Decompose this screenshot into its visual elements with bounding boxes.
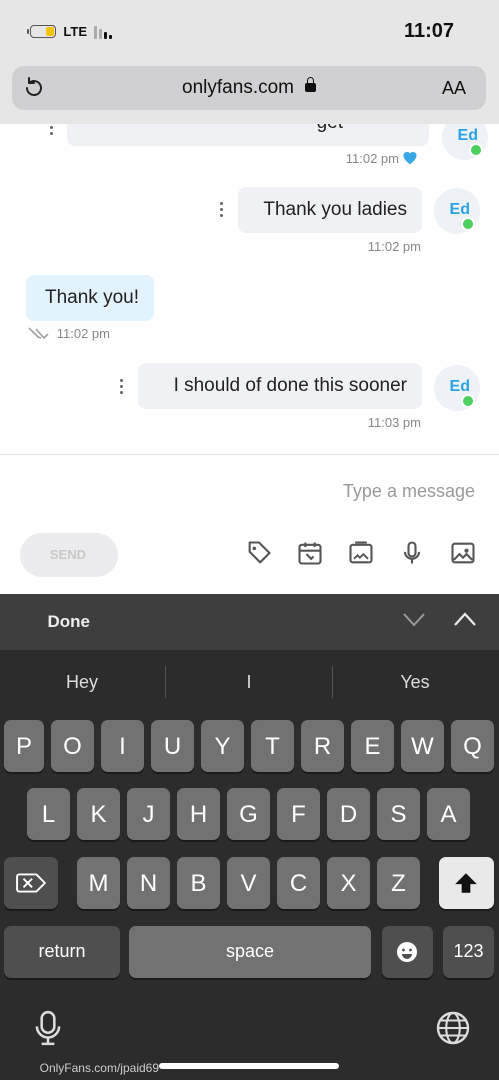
watermark-url: OnlyFans.com/jpaid69 — [39, 1061, 159, 1075]
key-r[interactable]: R — [301, 720, 344, 772]
online-indicator — [469, 143, 483, 157]
key-v[interactable]: V — [227, 857, 270, 909]
emoji-icon — [397, 942, 417, 962]
key-p[interactable]: P — [4, 720, 44, 772]
done-button[interactable]: Done — [48, 612, 91, 632]
browser-chrome: 11:07 LTE AA onlyfans.com — [0, 0, 499, 124]
key-u[interactable]: U — [151, 720, 194, 772]
key-s[interactable]: S — [377, 788, 420, 840]
key-a[interactable]: A — [427, 788, 470, 840]
online-indicator — [461, 217, 475, 231]
clock: 11:07 — [403, 20, 454, 42]
emoji-key[interactable] — [382, 926, 433, 978]
signal-icon — [93, 25, 112, 39]
key-c[interactable]: C — [277, 857, 320, 909]
key-t[interactable]: T — [251, 720, 294, 772]
key-y[interactable]: Y — [201, 720, 244, 772]
message-time: 11:02 pm — [345, 151, 399, 166]
backspace-icon — [16, 873, 46, 893]
key-w[interactable]: W — [401, 720, 444, 772]
shift-key[interactable] — [439, 857, 494, 909]
key-j[interactable]: J — [127, 788, 170, 840]
media-vault-icon[interactable] — [347, 539, 375, 567]
keyboard-accessory-bar: Done — [0, 594, 499, 650]
message-time: 11:03 pm — [367, 415, 421, 430]
suggestion-bar: Yes I Hey — [0, 650, 499, 716]
key-q[interactable]: Q — [451, 720, 494, 772]
battery-icon — [30, 25, 56, 38]
key-i[interactable]: I — [101, 720, 144, 772]
message-time: 11:02 pm — [367, 239, 421, 254]
message-input[interactable]: Type a message — [343, 481, 475, 502]
suggestion-item[interactable]: I — [169, 672, 329, 693]
key-x[interactable]: X — [327, 857, 370, 909]
chevron-up-icon[interactable] — [453, 611, 477, 627]
message-options-icon[interactable] — [219, 202, 223, 220]
message-time: 11:02 pm — [56, 326, 110, 341]
shift-icon — [455, 873, 477, 893]
address-bar[interactable]: AA onlyfans.com — [12, 66, 486, 110]
numbers-key[interactable]: 123 — [443, 926, 494, 978]
key-l[interactable]: L — [27, 788, 70, 840]
delete-key[interactable] — [4, 857, 58, 909]
message-bubble[interactable]: Thank you! — [26, 275, 154, 321]
status-bar: 11:07 LTE — [0, 14, 499, 50]
suggestion-item[interactable]: Yes — [335, 672, 495, 693]
url-display[interactable]: onlyfans.com — [12, 77, 486, 99]
key-n[interactable]: N — [127, 857, 170, 909]
network-type: LTE — [63, 24, 87, 39]
dictation-microphone-icon[interactable] — [29, 1008, 67, 1048]
keyboard: Yes I Hey Q W E R T Y U I O P A S D F G … — [0, 650, 499, 1080]
lock-icon — [305, 83, 317, 93]
schedule-icon[interactable] — [296, 539, 324, 567]
message-bubble[interactable]: Thank you ladies — [238, 187, 422, 233]
home-indicator[interactable] — [159, 1063, 339, 1069]
key-m[interactable]: M — [77, 857, 120, 909]
suggestion-item[interactable]: Hey — [2, 672, 162, 693]
message-bubble[interactable]: get — [67, 124, 429, 146]
chevron-down-icon[interactable] — [402, 611, 426, 627]
key-z[interactable]: Z — [377, 857, 420, 909]
message-options-icon[interactable] — [49, 124, 53, 138]
price-tag-icon[interactable] — [245, 539, 273, 567]
online-indicator — [461, 394, 475, 408]
message-composer: Type a message SEND — [0, 454, 499, 595]
reload-icon[interactable] — [22, 76, 46, 100]
globe-icon[interactable] — [435, 1010, 471, 1046]
image-icon[interactable] — [449, 539, 477, 567]
message-options-icon[interactable] — [119, 379, 123, 397]
microphone-icon[interactable] — [398, 539, 426, 567]
key-o[interactable]: O — [51, 720, 94, 772]
key-k[interactable]: K — [77, 788, 120, 840]
avatar[interactable]: Ed — [434, 365, 480, 411]
read-receipt-icon — [28, 327, 49, 339]
return-key[interactable]: return — [4, 926, 120, 978]
chat-thread[interactable]: Ed get 11:02 pm Ed Thank you ladies 11:0… — [0, 124, 499, 454]
space-key[interactable]: space — [129, 926, 371, 978]
key-e[interactable]: E — [351, 720, 394, 772]
send-button[interactable]: SEND — [20, 533, 118, 577]
key-d[interactable]: D — [327, 788, 370, 840]
key-g[interactable]: G — [227, 788, 270, 840]
url-text: onlyfans.com — [181, 77, 294, 98]
heart-icon[interactable] — [401, 149, 419, 165]
key-f[interactable]: F — [277, 788, 320, 840]
avatar[interactable]: Ed — [434, 188, 480, 234]
status-icons: LTE — [30, 24, 112, 39]
message-bubble[interactable]: I should of done this sooner — [138, 363, 422, 409]
key-h[interactable]: H — [177, 788, 220, 840]
key-b[interactable]: B — [177, 857, 220, 909]
avatar[interactable]: Ed — [442, 124, 488, 160]
